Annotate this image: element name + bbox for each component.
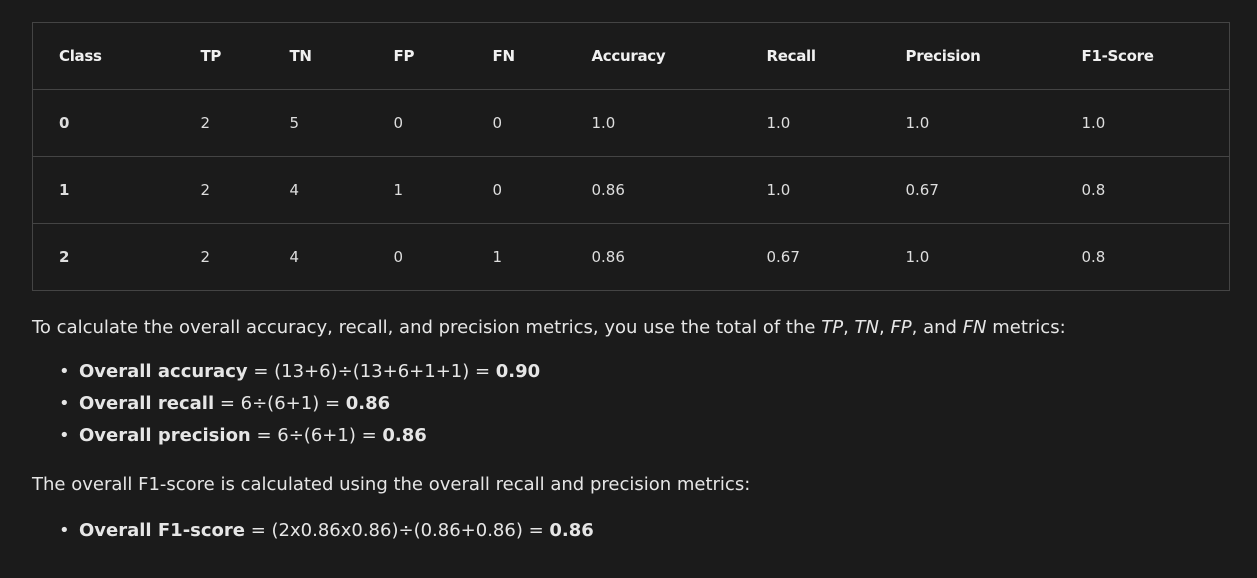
metric-term: Overall recall [79, 393, 215, 414]
cell-f1-score: 0.8 [1055, 223, 1230, 291]
cell-f1-score: 0.8 [1055, 156, 1230, 224]
cell-precision: 1.0 [879, 89, 1056, 157]
header-tp: TP [174, 22, 264, 90]
metric-formula: = (2x0.86x0.86)÷(0.86+0.86) = [245, 520, 550, 541]
cell-fp: 1 [367, 156, 467, 224]
metrics-table: Class TP TN FP FN Accuracy Recall Precis… [32, 22, 1230, 291]
tp-term: TP [821, 317, 844, 338]
separator: , and [911, 317, 963, 338]
cell-fp: 0 [367, 89, 467, 157]
metric-result: 0.86 [549, 520, 594, 541]
table-row: 0 2 5 0 0 1.0 1.0 1.0 1.0 [32, 89, 1230, 157]
cell-f1-score: 1.0 [1055, 89, 1230, 157]
cell-fn: 0 [466, 156, 566, 224]
cell-tp: 2 [174, 223, 264, 291]
table-row: 1 2 4 1 0 0.86 1.0 0.67 0.8 [32, 156, 1230, 224]
cell-accuracy: 0.86 [565, 156, 741, 224]
metric-formula: = 6÷(6+1) = [214, 393, 346, 414]
bullet-icon: • [59, 425, 70, 446]
header-recall: Recall [740, 22, 880, 90]
paragraph-text: metrics: [986, 317, 1066, 338]
tn-term: TN [854, 317, 879, 338]
cell-tn: 4 [263, 156, 368, 224]
cell-fp: 0 [367, 223, 467, 291]
bullet-icon: • [59, 393, 70, 414]
cell-recall: 0.67 [740, 223, 880, 291]
metric-result: 0.86 [345, 393, 391, 414]
header-precision: Precision [879, 22, 1056, 90]
cell-precision: 0.67 [879, 156, 1056, 224]
overall-metrics-list: • Overall accuracy = (13+6)÷(13+6+1+1) = … [32, 356, 1229, 452]
cell-recall: 1.0 [740, 89, 880, 157]
separator: , [878, 317, 891, 338]
list-item: • Overall F1-score = (2x0.86x0.86)÷(0.86+… [32, 515, 1229, 547]
cell-class: 1 [32, 156, 175, 224]
cell-accuracy: 1.0 [565, 89, 741, 157]
metric-term: Overall precision [79, 425, 251, 446]
f1-explanation-paragraph: The overall F1-score is calculated using… [32, 474, 751, 495]
article-content: Class TP TN FP FN Accuracy Recall Precis… [32, 22, 1230, 547]
metric-result: 0.86 [382, 425, 427, 446]
cell-tn: 5 [263, 89, 368, 157]
header-fp: FP [367, 22, 467, 90]
list-item: • Overall precision = 6÷(6+1) = 0.86 [32, 420, 1229, 452]
cell-fn: 1 [466, 223, 566, 291]
table-header-row: Class TP TN FP FN Accuracy Recall Precis… [32, 22, 1230, 90]
header-class: Class [32, 22, 175, 90]
header-fn: FN [466, 22, 566, 90]
paragraph-text: To calculate the overall accuracy, recal… [32, 317, 822, 338]
separator: , [843, 317, 855, 338]
fn-term: FN [962, 317, 987, 338]
cell-fn: 0 [466, 89, 566, 157]
list-item: • Overall recall = 6÷(6+1) = 0.86 [32, 388, 1229, 420]
fp-term: FP [890, 317, 912, 338]
metric-formula: = (13+6)÷(13+6+1+1) = [247, 361, 496, 382]
accuracy-explanation-paragraph: To calculate the overall accuracy, recal… [32, 316, 1229, 340]
cell-class: 2 [32, 223, 175, 291]
table-row: 2 2 4 0 1 0.86 0.67 1.0 0.8 [32, 223, 1230, 291]
list-item: • Overall accuracy = (13+6)÷(13+6+1+1) = … [32, 356, 1229, 388]
header-f1-score: F1-Score [1055, 22, 1230, 90]
cell-precision: 1.0 [879, 223, 1056, 291]
bullet-icon: • [59, 520, 70, 541]
cell-accuracy: 0.86 [565, 223, 741, 291]
metric-term: Overall F1-score [79, 520, 245, 541]
f1-metric-list: • Overall F1-score = (2x0.86x0.86)÷(0.86+… [32, 515, 1229, 547]
cell-tp: 2 [174, 89, 264, 157]
header-accuracy: Accuracy [565, 22, 741, 90]
metric-formula: = 6÷(6+1) = [250, 425, 383, 446]
metric-term: Overall accuracy [79, 361, 248, 382]
cell-class: 0 [32, 89, 175, 157]
metric-result: 0.90 [495, 361, 541, 382]
cell-recall: 1.0 [740, 156, 880, 224]
cell-tn: 4 [263, 223, 368, 291]
cell-tp: 2 [174, 156, 264, 224]
bullet-icon: • [59, 361, 70, 382]
header-tn: TN [263, 22, 368, 90]
